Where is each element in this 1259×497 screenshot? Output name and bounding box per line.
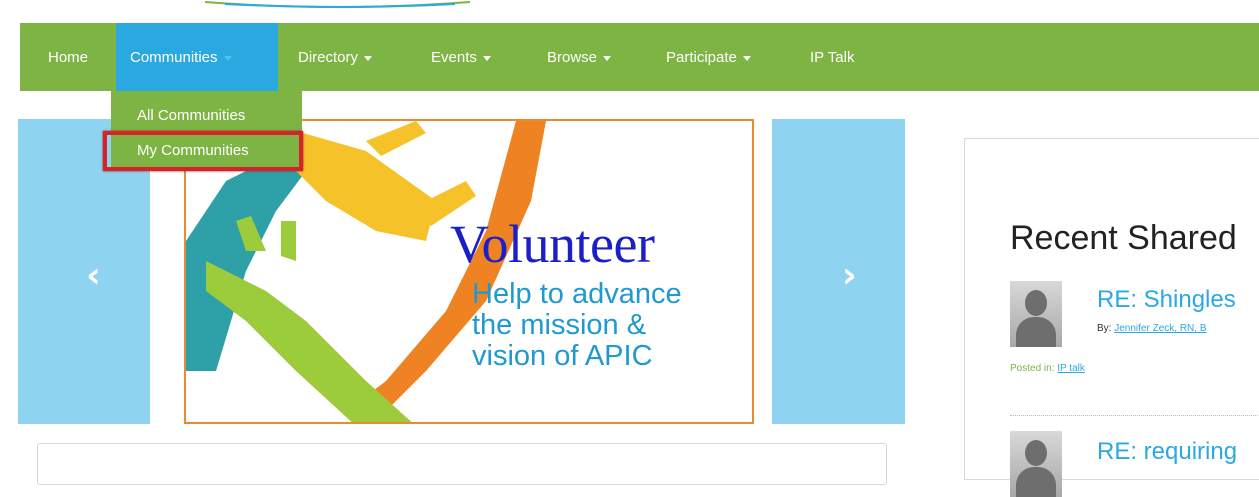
caret-down-icon [364, 55, 373, 61]
nav-participate[interactable]: Participate [666, 23, 751, 91]
logo-swoosh [205, 1, 470, 8]
nav-browse-label: Browse [547, 49, 598, 66]
divider [1010, 415, 1259, 416]
caret-down-icon [482, 55, 491, 61]
highlight-annotation-box [103, 131, 303, 171]
banner-subtitle-line: vision of APIC [472, 340, 653, 372]
post-title-link[interactable]: RE: Shingles [1097, 286, 1236, 314]
posted-in-label: Posted in: [1010, 363, 1055, 374]
content-card [37, 443, 887, 485]
nav-directory[interactable]: Directory [298, 23, 373, 91]
dropdown-item-label: All Communities [137, 107, 246, 124]
caret-down-icon [742, 55, 751, 61]
post-byline: By: Jennifer Zeck, RN, B [1097, 323, 1207, 334]
recent-shared-panel: Recent Shared RE: Shingles By: Jennifer … [964, 138, 1259, 497]
author-link[interactable]: Jennifer Zeck, RN, B [1114, 323, 1206, 334]
avatar [1010, 281, 1062, 347]
chevron-right-icon[interactable]: › [842, 255, 857, 296]
banner-subtitle: Help to advance the mission & vision of … [472, 279, 752, 372]
nav-ip-talk-label: IP Talk [810, 49, 855, 66]
banner-title: Volunteer [450, 214, 655, 274]
nav-communities[interactable]: Communities [116, 23, 278, 91]
dropdown-item-all-communities[interactable]: All Communities [111, 102, 245, 130]
nav-events-label: Events [431, 49, 477, 66]
banner-subtitle-line: Help to advance [472, 278, 682, 310]
recent-shared-title: Recent Shared [1010, 219, 1237, 257]
nav-participate-label: Participate [666, 49, 737, 66]
posted-in: Posted in: IP talk [1010, 363, 1085, 374]
nav-ip-talk[interactable]: IP Talk [810, 23, 854, 91]
nav-browse[interactable]: Browse [547, 23, 612, 91]
posted-in-link[interactable]: IP talk [1057, 363, 1085, 374]
banner-subtitle-line: the mission & [472, 309, 647, 341]
post-title-link[interactable]: RE: requiring [1097, 438, 1237, 466]
nav-home-label: Home [47, 49, 88, 66]
carousel-next-panel[interactable]: › [772, 119, 905, 424]
caret-down-icon [223, 55, 232, 61]
nav-communities-label: Communities [130, 49, 218, 66]
main-navbar: Home Communities Directory Events Browse… [20, 23, 1259, 91]
caret-down-icon [603, 55, 612, 61]
avatar [1010, 431, 1062, 497]
nav-events[interactable]: Events [431, 23, 491, 91]
nav-home[interactable]: Home [20, 23, 116, 91]
by-label: By: [1097, 323, 1112, 334]
chevron-left-icon[interactable]: ‹ [86, 255, 101, 296]
nav-directory-label: Directory [298, 49, 359, 66]
